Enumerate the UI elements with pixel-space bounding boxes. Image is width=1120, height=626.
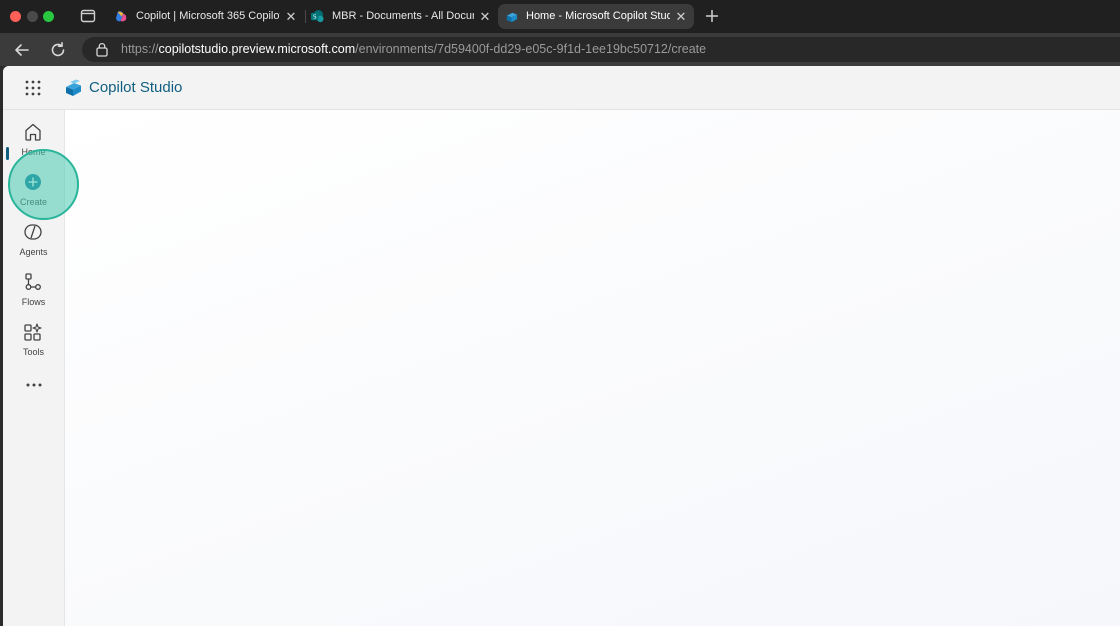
reload-icon[interactable] [49,41,67,59]
tab-title: Copilot | Microsoft 365 Copilot [136,10,280,22]
window-maximize-button[interactable] [43,11,54,22]
sharepoint-icon: S [311,10,324,23]
nav-item-agents[interactable]: Agents [3,220,64,268]
main-content [65,110,1120,626]
close-icon[interactable]: ✕ [478,4,492,29]
close-icon[interactable]: ✕ [674,4,688,29]
back-arrow-icon[interactable] [13,41,31,59]
m365-copilot-icon [115,11,127,22]
new-tab-icon[interactable] [703,7,721,25]
tab-sharepoint-documents[interactable]: S MBR - Documents - All Documents ✕ [304,4,498,29]
copilot-studio-icon [506,12,518,23]
click-highlight [8,149,79,220]
tab-title: Home - Microsoft Copilot Studio [526,10,670,22]
nav-label: Flows [21,297,46,307]
window-close-button[interactable] [10,11,21,22]
browser-window: Copilot | Microsoft 365 Copilot ✕ S MBR … [0,0,1120,626]
nav-item-flows[interactable]: Flows [3,270,64,318]
home-icon [25,123,41,141]
copilot-studio-app: Copilot Studio Home Create [3,66,1120,626]
copilot-studio-logo [66,79,81,96]
nav-label: Agents [19,247,48,257]
tab-title: MBR - Documents - All Documents [332,10,474,22]
url-scheme: https:// [121,42,159,56]
address-bar[interactable]: https://copilotstudio.preview.microsoft.… [82,37,1120,62]
url-path: /environments/7d59400f-dd29-e05c-9f1d-1e… [355,42,707,56]
app-header: Copilot Studio [3,66,1120,110]
app-launcher-icon[interactable] [25,80,41,96]
svg-text:S: S [313,15,317,21]
lock-icon[interactable] [95,42,109,57]
app-title[interactable]: Copilot Studio [89,66,182,110]
browser-toolbar: https://copilotstudio.preview.microsoft.… [0,33,1120,66]
tab-m365-copilot[interactable]: Copilot | Microsoft 365 Copilot ✕ [108,4,304,29]
tab-copilot-studio[interactable]: Home - Microsoft Copilot Studio ✕ [498,4,694,29]
nav-item-tools[interactable]: Tools [3,320,64,368]
tab-strip: Copilot | Microsoft 365 Copilot ✕ S MBR … [0,0,1120,33]
window-minimize-button[interactable] [27,11,38,22]
agents-icon [24,224,42,240]
close-icon[interactable]: ✕ [284,4,298,29]
url-text: https://copilotstudio.preview.microsoft.… [121,37,706,62]
tab-actions-icon[interactable] [80,9,96,23]
more-icon[interactable] [24,381,44,389]
tools-icon [24,323,42,341]
nav-label: Tools [22,347,44,357]
flows-icon [25,273,41,290]
url-host: copilotstudio.preview.microsoft.com [158,42,356,56]
